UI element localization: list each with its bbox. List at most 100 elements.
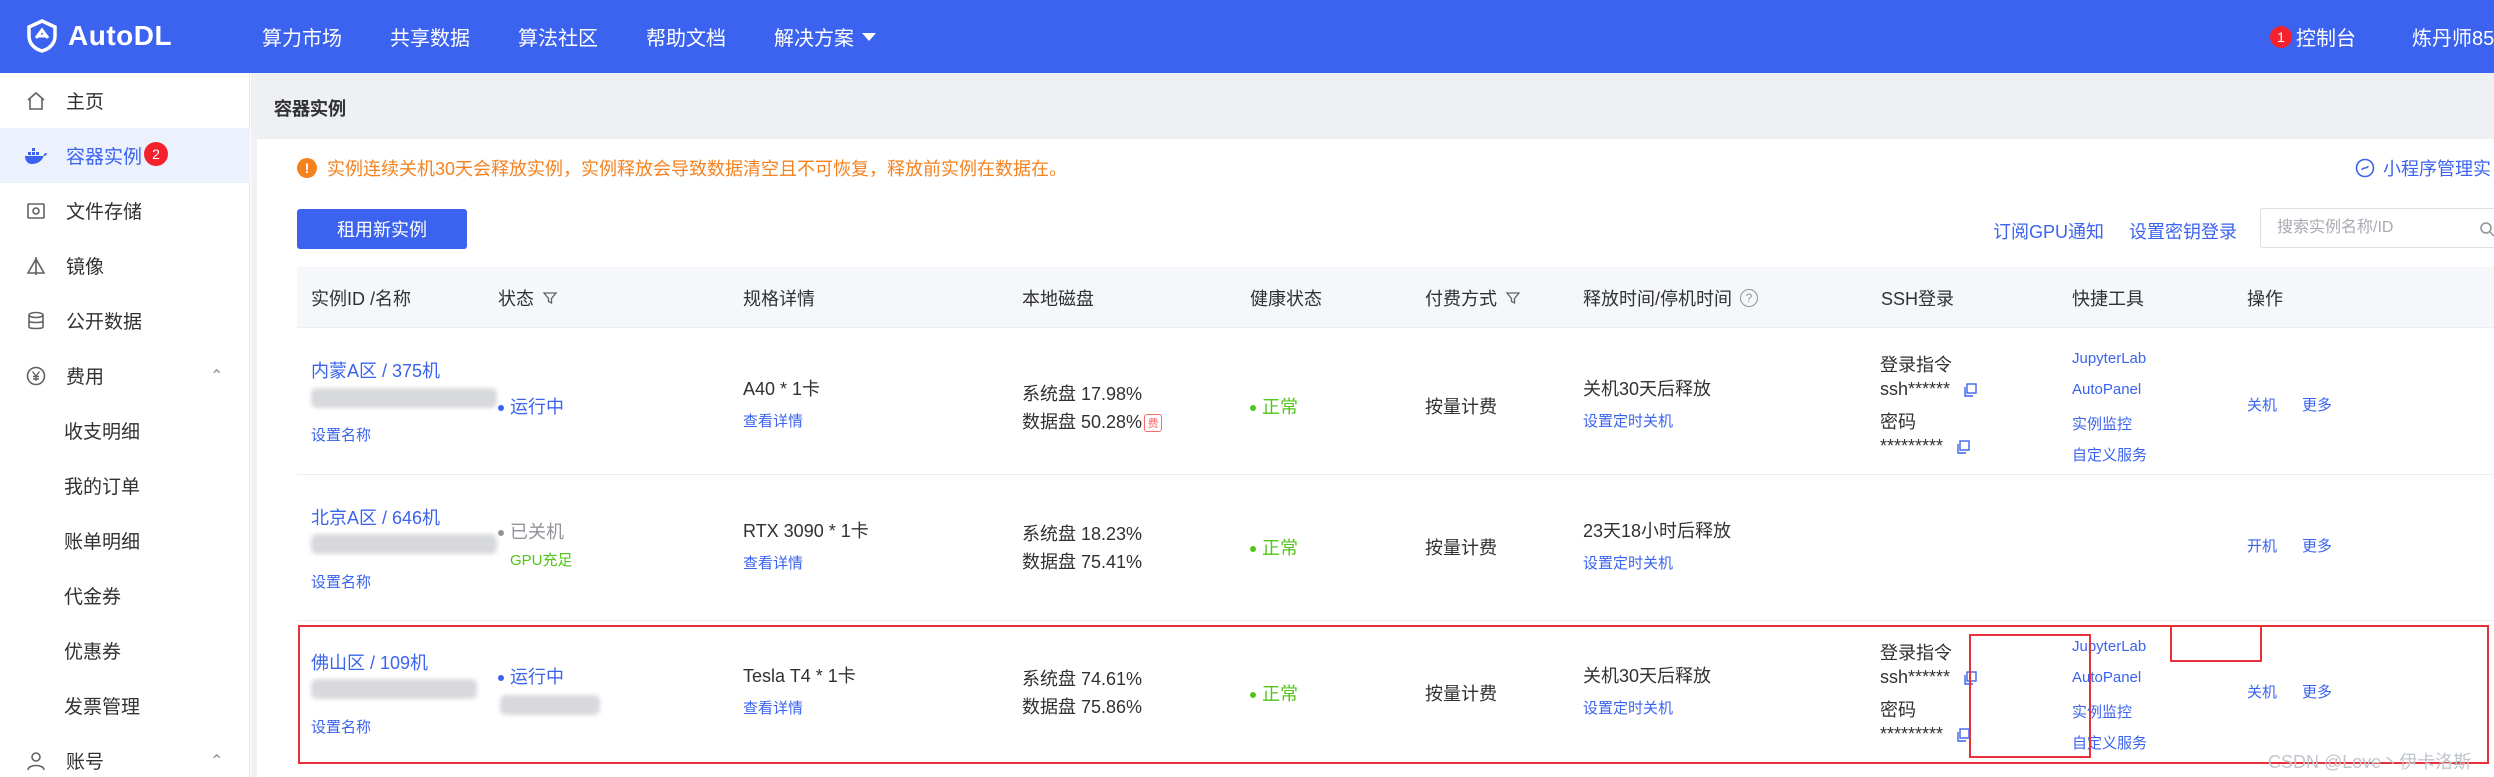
highlight-ssh-box — [1969, 634, 2091, 758]
th-ssh: SSH登录 — [1881, 288, 1955, 309]
th-spec: 规格详情 — [743, 288, 815, 309]
nav-algorithm-community[interactable]: 算法社区 — [518, 22, 598, 51]
docker-icon — [24, 144, 48, 168]
nav-solutions-label: 解决方案 — [774, 28, 854, 50]
sidebar-item-label: 我的订单 — [64, 477, 141, 498]
logo[interactable]: AutoDL — [24, 16, 172, 56]
sidebar-badge: 2 — [144, 142, 168, 166]
sidebar-item-home[interactable]: 主页 — [0, 73, 250, 128]
release-notice: ! 实例连续关机30天会释放实例，实例释放会导致数据清空且不可恢复，释放前实例在… — [297, 155, 1067, 181]
th-status[interactable]: 状态 — [498, 267, 558, 328]
set-timer-link[interactable]: 设置定时关机 — [1583, 410, 1673, 431]
sidebar-item-label: 公开数据 — [66, 312, 143, 333]
mini-program-link[interactable]: 小程序管理实 — [2355, 155, 2491, 181]
billing-type: 按量计费 — [1425, 397, 1497, 417]
th-health: 健康状态 — [1250, 288, 1322, 309]
notification-badge: 1 — [2270, 25, 2292, 48]
sidebar-item-file-storage[interactable]: 文件存储 — [0, 183, 250, 238]
help-icon[interactable]: ? — [1740, 288, 1759, 307]
nav-solutions[interactable]: 解决方案 — [774, 22, 876, 51]
search-input[interactable] — [2277, 217, 2467, 239]
console-link[interactable]: 控制台 — [2296, 22, 2356, 51]
data-disk: 数据盘 50.28% 费 — [1022, 408, 1163, 434]
subscribe-gpu-link[interactable]: 订阅GPU通知 — [1993, 218, 2104, 244]
sidebar: 主页 容器实例 2 文件存储 镜像 公开数据 费用 ⌃ 收支明细 我的订单 账单… — [0, 73, 250, 777]
filter-icon — [542, 291, 558, 304]
th-release: 释放时间/停机时间? — [1583, 267, 1759, 328]
jupyterlab-link[interactable]: JupyterLab — [2072, 350, 2146, 367]
mini-program-label: 小程序管理实 — [2383, 159, 2491, 179]
billing-type: 按量计费 — [1425, 538, 1497, 558]
top-navbar: AutoDL 算力市场 共享数据 算法社区 帮助文档 解决方案 1 控制台 炼丹… — [0, 0, 2494, 73]
highlight-row-box — [298, 625, 2489, 764]
chevron-up-icon: ⌃ — [210, 752, 224, 770]
th-status-label: 状态 — [498, 288, 534, 309]
yuan-icon — [24, 364, 48, 388]
user-icon — [24, 749, 48, 773]
nav-shared-data[interactable]: 共享数据 — [390, 22, 470, 51]
instance-search[interactable] — [2260, 208, 2494, 248]
sidebar-item-public-data[interactable]: 公开数据 — [0, 293, 250, 348]
user-menu[interactable]: 炼丹师855 — [2412, 22, 2494, 51]
top-right: 1 控制台 炼丹师855 — [2270, 0, 2494, 73]
sidebar-item-label: 收支明细 — [64, 422, 141, 443]
th-billing[interactable]: 付费方式 — [1425, 267, 1521, 328]
sidebar-item-coupons[interactable]: 优惠券 — [0, 623, 250, 678]
view-detail-link[interactable]: 查看详情 — [743, 410, 803, 431]
nav-compute-market[interactable]: 算力市场 — [262, 22, 342, 51]
autopanel-link[interactable]: AutoPanel — [2072, 381, 2141, 398]
instance-region-link[interactable]: 内蒙A区 / 375机 — [311, 357, 440, 383]
page-header: 容器实例 — [251, 73, 2494, 139]
start-button[interactable]: 开机 — [2247, 535, 2277, 556]
home-icon — [24, 89, 48, 113]
watermark: CSDN @Love丶伊卡洛斯 — [2268, 752, 2472, 772]
warning-icon: ! — [297, 158, 317, 178]
more-button[interactable]: 更多 — [2302, 394, 2332, 415]
th-actions: 操作 — [2247, 288, 2283, 309]
mini-program-icon — [2355, 158, 2375, 178]
set-name-link[interactable]: 设置名称 — [311, 424, 371, 445]
set-timer-link[interactable]: 设置定时关机 — [1583, 552, 1673, 573]
instance-id-redacted — [311, 534, 497, 554]
sidebar-item-transactions[interactable]: 收支明细 — [0, 403, 250, 458]
shutdown-button[interactable]: 关机 — [2247, 394, 2277, 415]
sidebar-item-orders[interactable]: 我的订单 — [0, 458, 250, 513]
copy-icon[interactable] — [1955, 439, 1971, 455]
sidebar-item-images[interactable]: 镜像 — [0, 238, 250, 293]
monitor-link[interactable]: 实例监控 — [2072, 413, 2132, 434]
instance-id-redacted — [311, 388, 497, 408]
gpu-availability: GPU充足 — [510, 552, 573, 569]
status-stopped: 已关机 — [498, 518, 564, 544]
sidebar-item-label: 账号 — [66, 752, 105, 773]
set-name-link[interactable]: 设置名称 — [311, 571, 371, 592]
release-time: 23天18小时后释放 — [1583, 521, 1732, 541]
sidebar-item-invoices[interactable]: 发票管理 — [0, 678, 250, 733]
highlight-jupyterlab-box — [2170, 625, 2262, 662]
view-detail-link[interactable]: 查看详情 — [743, 552, 803, 573]
table-header: 实例ID /名称 状态 规格详情 本地磁盘 健康状态 付费方式 释放时间/停机时… — [297, 267, 2494, 328]
copy-icon[interactable] — [1962, 382, 1978, 398]
ssh-key-login-link[interactable]: 设置密钥登录 — [2129, 218, 2237, 244]
sidebar-item-vouchers[interactable]: 代金券 — [0, 568, 250, 623]
rent-new-instance-button[interactable]: 租用新实例 — [297, 209, 467, 249]
spec-text: RTX 3090 * 1卡 — [743, 521, 869, 541]
sidebar-item-bills[interactable]: 账单明细 — [0, 513, 250, 568]
sidebar-item-label: 代金券 — [64, 587, 122, 608]
sidebar-item-containers[interactable]: 容器实例 2 — [0, 128, 250, 183]
th-disk: 本地磁盘 — [1022, 288, 1094, 309]
sidebar-item-label: 主页 — [66, 92, 105, 113]
file-storage-icon — [24, 199, 48, 223]
fee-tag: 费 — [1144, 414, 1163, 433]
password-value: ********* — [1880, 436, 1971, 457]
status-running: 运行中 — [498, 393, 564, 419]
autodl-logo-icon — [24, 18, 60, 54]
instance-region-link[interactable]: 北京A区 / 646机 — [311, 504, 440, 530]
sidebar-item-account[interactable]: 账号 ⌃ — [0, 733, 250, 777]
sidebar-item-label: 发票管理 — [64, 697, 141, 718]
custom-service-link[interactable]: 自定义服务 — [2072, 444, 2147, 465]
nav-help-docs[interactable]: 帮助文档 — [646, 22, 726, 51]
caret-down-icon — [862, 32, 876, 41]
sidebar-item-billing[interactable]: 费用 ⌃ — [0, 348, 250, 403]
sidebar-item-label: 文件存储 — [66, 202, 143, 223]
more-button[interactable]: 更多 — [2302, 535, 2332, 556]
